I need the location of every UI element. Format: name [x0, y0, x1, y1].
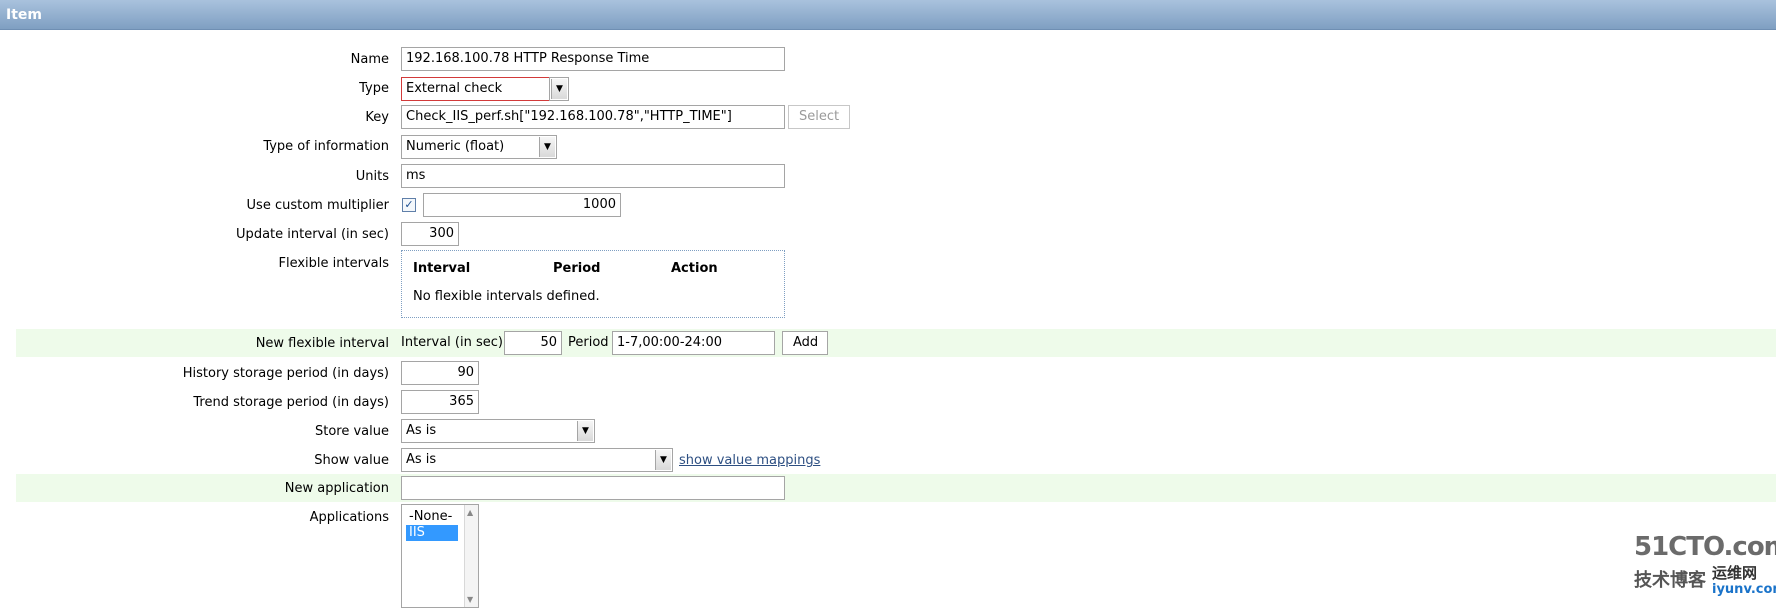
- show-value-value: As is: [406, 452, 437, 467]
- watermark-line4: iyunv.com: [1712, 582, 1776, 597]
- new-interval-input[interactable]: 50: [504, 331, 562, 355]
- name-input[interactable]: 192.168.100.78 HTTP Response Time: [401, 47, 785, 71]
- history-input[interactable]: 90: [401, 361, 479, 385]
- new-application-input[interactable]: [401, 476, 785, 500]
- watermark-logo: 51CTO.com 技术博客 运维网 iyunv.com: [1630, 532, 1776, 606]
- add-flexible-interval-button[interactable]: Add: [782, 331, 828, 355]
- form-header: Item: [0, 0, 1776, 30]
- form-title: Item: [6, 7, 42, 23]
- watermark-line3: 运维网: [1712, 564, 1758, 582]
- new-application-row: [16, 474, 1776, 502]
- flexible-intervals-table: Interval Period Action No flexible inter…: [401, 250, 785, 318]
- custom-multiplier-label: Use custom multiplier: [246, 198, 389, 213]
- update-interval-label: Update interval (in sec): [236, 227, 389, 242]
- flexible-intervals-label: Flexible intervals: [278, 256, 390, 271]
- new-period-input[interactable]: 1-7,00:00-24:00: [612, 331, 775, 355]
- applications-label: Applications: [309, 510, 389, 525]
- type-select-value: External check: [406, 81, 503, 96]
- chevron-down-icon: ▼: [655, 450, 671, 470]
- period-label: Period: [568, 335, 609, 350]
- new-flexible-interval-label: New flexible interval: [255, 336, 389, 351]
- type-of-information-label: Type of information: [263, 139, 389, 154]
- store-value-label: Store value: [314, 424, 389, 439]
- flexible-intervals-empty-text: No flexible intervals defined.: [413, 289, 600, 304]
- scroll-down-icon: ▼: [467, 595, 474, 604]
- interval-sec-label: Interval (in sec): [401, 335, 503, 350]
- watermark-line2: 技术博客: [1634, 570, 1706, 591]
- name-label: Name: [350, 52, 389, 67]
- type-select-dropdown[interactable]: ▼: [549, 77, 569, 101]
- column-header-interval: Interval: [413, 261, 471, 276]
- chevron-down-icon: ▼: [551, 79, 567, 99]
- units-label: Units: [355, 169, 389, 184]
- column-header-period: Period: [553, 261, 601, 276]
- column-header-action: Action: [671, 261, 718, 276]
- store-value-value: As is: [406, 423, 437, 438]
- select-key-button[interactable]: Select: [788, 105, 850, 129]
- units-input[interactable]: ms: [401, 164, 785, 188]
- key-input[interactable]: Check_IIS_perf.sh["192.168.100.78","HTTP…: [401, 105, 785, 129]
- applications-listbox[interactable]: -None- IIS ▲ ▼: [401, 504, 479, 608]
- type-label: Type: [359, 81, 389, 96]
- show-value-mappings-link[interactable]: show value mappings: [679, 453, 820, 468]
- chevron-down-icon: ▼: [577, 421, 593, 441]
- show-value-select[interactable]: As is ▼: [401, 448, 673, 472]
- history-label: History storage period (in days): [182, 366, 389, 381]
- type-of-information-select[interactable]: Numeric (float) ▼: [401, 135, 557, 159]
- type-select[interactable]: External check: [401, 77, 569, 101]
- new-application-label: New application: [284, 481, 389, 496]
- type-of-information-value: Numeric (float): [406, 139, 505, 154]
- trend-input[interactable]: 365: [401, 390, 479, 414]
- watermark-line1: 51CTO.com: [1634, 532, 1776, 562]
- application-option-iis[interactable]: IIS: [406, 525, 458, 541]
- key-label: Key: [365, 110, 389, 125]
- custom-multiplier-input[interactable]: 1000: [423, 193, 621, 217]
- chevron-down-icon: ▼: [539, 137, 555, 157]
- show-value-label: Show value: [314, 453, 389, 468]
- update-interval-input[interactable]: 300: [401, 222, 459, 246]
- scroll-up-icon: ▲: [467, 508, 474, 517]
- application-option-none[interactable]: -None-: [406, 509, 458, 525]
- trend-label: Trend storage period (in days): [193, 395, 389, 410]
- applications-scrollbar[interactable]: ▲ ▼: [464, 505, 478, 607]
- store-value-select[interactable]: As is ▼: [401, 419, 595, 443]
- custom-multiplier-checkbox[interactable]: ✓: [402, 198, 416, 212]
